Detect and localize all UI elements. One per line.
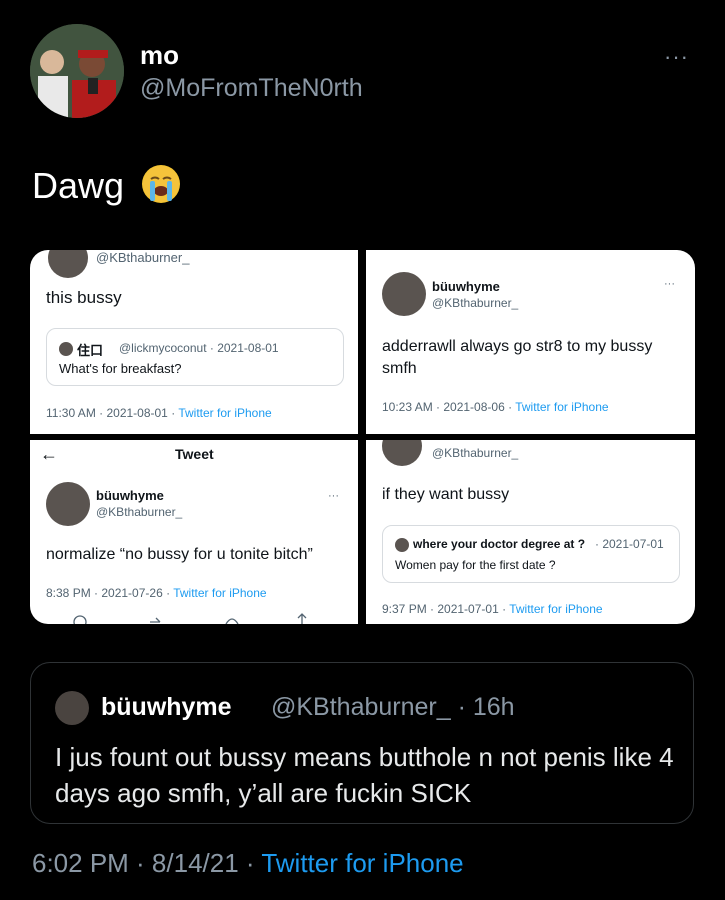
- user-handle: @KBthaburner_: [432, 296, 519, 310]
- quoted-text: What's for breakfast?: [59, 361, 182, 376]
- tweet-meta: 11:30 AM · 2021-08-01 ·: [46, 406, 176, 420]
- screenshot-tweet-1: @KBthaburner_ this bussy 住口 @lickmycocon…: [30, 250, 358, 434]
- avatar: [382, 272, 426, 316]
- avatar: [59, 342, 73, 356]
- display-name[interactable]: mo: [140, 40, 179, 71]
- quoted-handle-date: @lickmycoconut · 2021-08-01: [119, 341, 279, 355]
- screenshot-tweet-3: ← Tweet büuwhyme @KBthaburner_ ··· norma…: [30, 440, 358, 624]
- source-link: Twitter for iPhone: [178, 406, 272, 420]
- quoted-username: where your doctor degree at ?: [413, 537, 586, 551]
- user-handle: @KBthaburner_: [96, 505, 183, 519]
- screenshot-tweet-2: büuwhyme @KBthaburner_ ··· adderrawll al…: [366, 250, 695, 434]
- avatar: [395, 538, 409, 552]
- tweet-text: this bussy: [46, 288, 122, 307]
- avatar: [382, 440, 422, 466]
- tweet-meta: 10:23 AM · 2021-08-06 ·: [382, 400, 513, 414]
- quoted-tweet: where your doctor degree at ? · 2021-07-…: [382, 525, 680, 583]
- display-name: büuwhyme: [96, 488, 164, 503]
- source-link[interactable]: Twitter for iPhone: [261, 848, 463, 878]
- quoted-tweet: 住口 @lickmycoconut · 2021-08-01 What's fo…: [46, 328, 344, 386]
- more-options-icon: ···: [328, 490, 339, 502]
- avatar-photo: [30, 24, 124, 118]
- user-handle: @KBthaburner_: [96, 250, 190, 265]
- tweet-text: Dawg: [32, 165, 125, 206]
- tweet-text: if they want bussy: [382, 486, 510, 503]
- source-link: Twitter for iPhone: [509, 602, 603, 616]
- quoted-date: · 2021-07-01: [595, 537, 664, 551]
- source-link: Twitter for iPhone: [173, 586, 267, 600]
- quoted-handle-time: @KBthaburner_ · 16h: [271, 693, 515, 721]
- quoted-tweet-card[interactable]: büuwhyme @KBthaburner_ · 16h I jus fount…: [30, 662, 694, 824]
- page-title: Tweet: [175, 446, 214, 462]
- timestamp[interactable]: 6:02 PM · 8/14/21 ·: [32, 848, 255, 878]
- screenshot-tweet-4: @KBthaburner_ if they want bussy where y…: [366, 440, 695, 624]
- display-name: büuwhyme: [432, 279, 500, 294]
- tweet-text: normalize “no bussy for u tonite bitch”: [46, 546, 313, 563]
- avatar: [48, 250, 88, 278]
- avatar: [55, 691, 89, 725]
- action-icons: [73, 613, 307, 624]
- tweet-footer: 6:02 PM · 8/14/21 · Twitter for iPhone: [32, 848, 464, 879]
- user-handle: @KBthaburner_: [432, 446, 519, 460]
- loudly-crying-face-icon: [142, 165, 180, 203]
- avatar: [46, 482, 90, 526]
- more-options-icon: ···: [664, 278, 675, 290]
- user-handle[interactable]: @MoFromTheN0rth: [140, 74, 363, 103]
- avatar[interactable]: [30, 24, 124, 118]
- tweet-meta: 8:38 PM · 2021-07-26 ·: [46, 586, 171, 600]
- quoted-text: Women pay for the first date ?: [395, 558, 556, 572]
- more-options-icon[interactable]: ···: [664, 44, 689, 70]
- tweet-text: adderrawll always go str8 to my bussy sm…: [382, 338, 653, 377]
- quoted-tweet-text: I jus fount out bussy means butthole n n…: [55, 742, 674, 808]
- source-link: Twitter for iPhone: [515, 400, 609, 414]
- quoted-display-name: büuwhyme: [101, 693, 232, 721]
- tweet-meta: 9:37 PM · 2021-07-01 ·: [382, 602, 507, 616]
- quoted-username: 住口: [77, 343, 104, 358]
- back-arrow-icon: ←: [40, 444, 58, 464]
